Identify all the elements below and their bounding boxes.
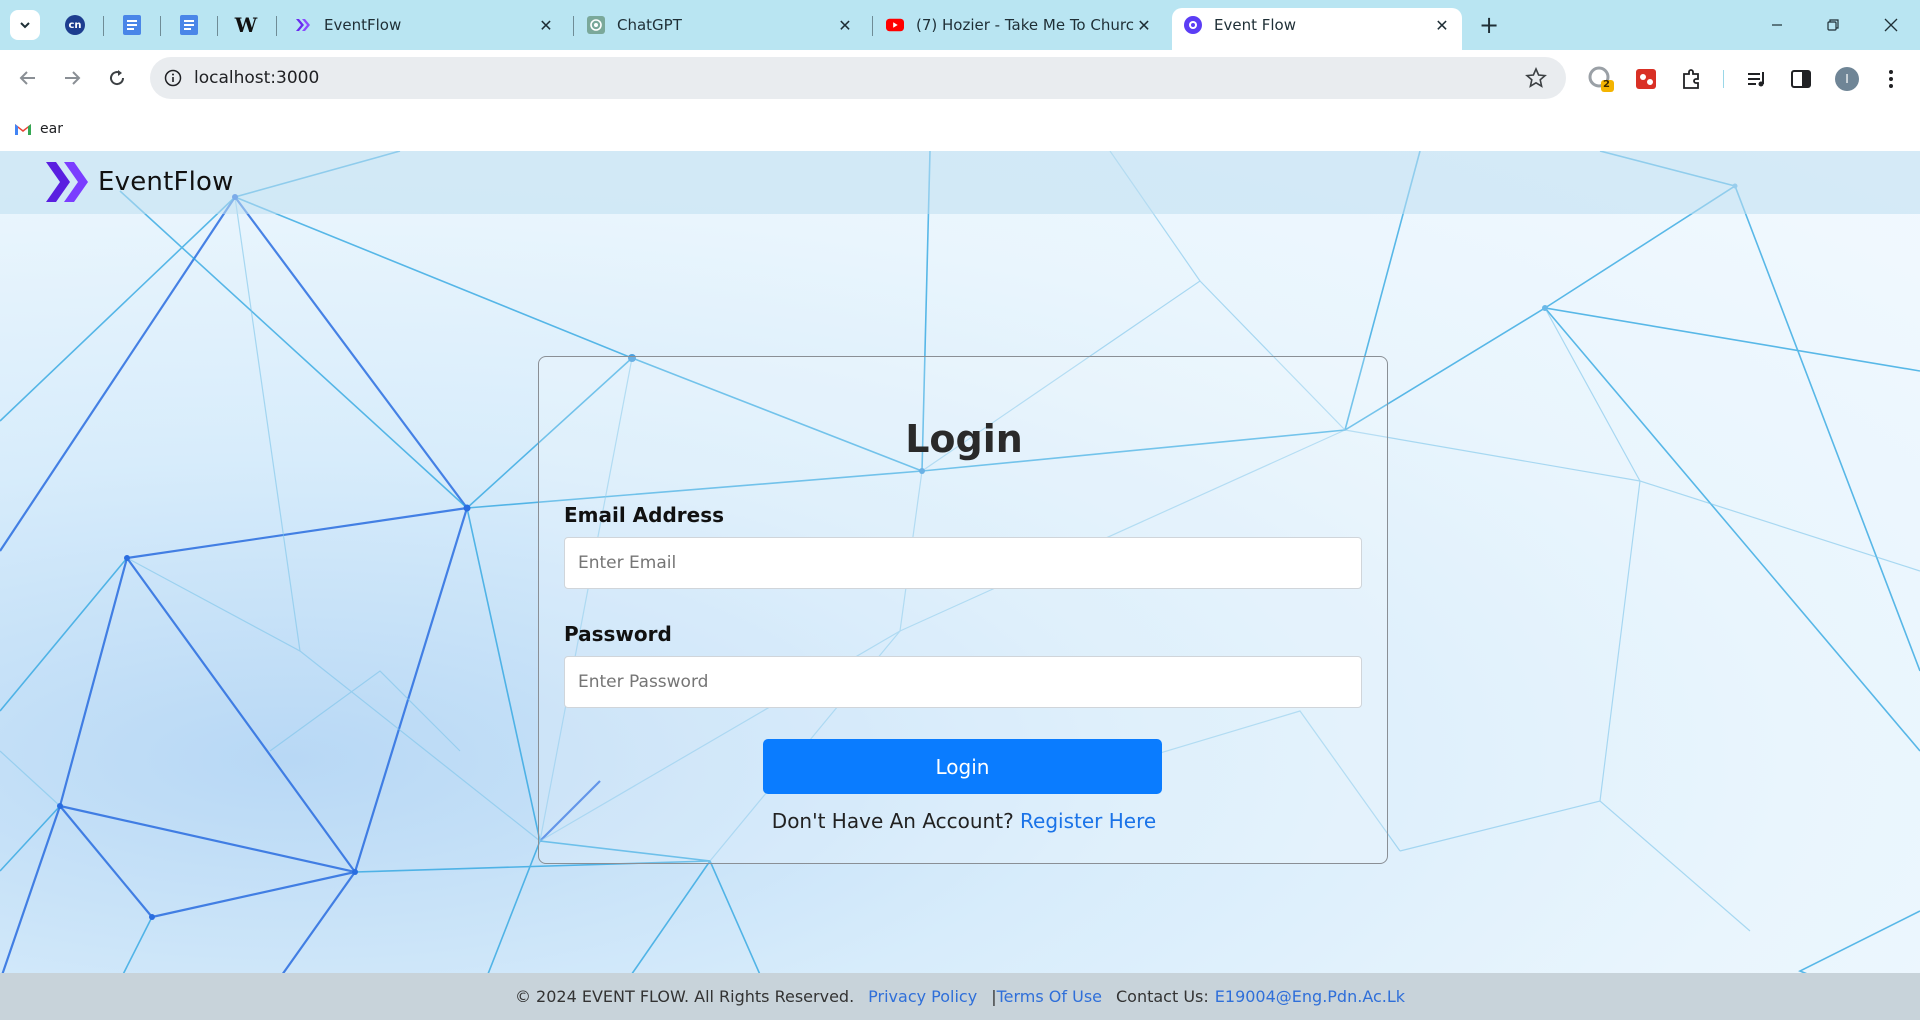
back-button[interactable]	[10, 60, 46, 96]
extension-red-icon	[1636, 69, 1656, 89]
contact-label: Contact Us:	[1116, 987, 1209, 1006]
contact-email-link[interactable]: E19004@Eng.Pdn.Ac.Lk	[1215, 987, 1405, 1006]
wikipedia-icon: W	[234, 13, 258, 37]
tab-search-button[interactable]	[10, 10, 40, 40]
reload-icon	[110, 70, 125, 86]
bookmark-label: ear	[40, 121, 63, 137]
minimize-button[interactable]	[1754, 8, 1800, 42]
address-bar[interactable]: localhost:3000	[150, 57, 1566, 99]
minimize-icon	[1772, 24, 1782, 26]
tab-chatgpt[interactable]: ChatGPT ✕	[575, 8, 865, 42]
extension-button-red[interactable]	[1629, 62, 1663, 96]
close-icon[interactable]: ✕	[1134, 15, 1154, 35]
youtube-icon	[886, 16, 904, 34]
bookmark-star-icon[interactable]	[1522, 64, 1550, 92]
tab-youtube[interactable]: (7) Hozier - Take Me To Church ✕	[874, 8, 1164, 42]
close-icon[interactable]: ✕	[536, 15, 556, 35]
avatar: I	[1835, 67, 1859, 91]
profile-button[interactable]: I	[1830, 62, 1864, 96]
event-flow-icon	[1184, 16, 1202, 34]
browser-menu-button[interactable]	[1874, 62, 1908, 96]
tab-separator	[217, 16, 218, 36]
email-field[interactable]	[564, 537, 1362, 589]
close-window-button[interactable]	[1868, 8, 1914, 42]
login-title: Login	[905, 417, 1023, 461]
bookmark-gmail[interactable]: ear	[14, 116, 63, 142]
gmail-icon	[15, 124, 31, 135]
tab-separator	[276, 16, 277, 36]
register-prompt: Don't Have An Account? Register Here	[539, 809, 1389, 833]
password-label: Password	[564, 622, 672, 646]
eventflow-icon	[294, 16, 312, 34]
register-link[interactable]: Register Here	[1020, 809, 1156, 833]
tab-title: (7) Hozier - Take Me To Church	[916, 16, 1134, 34]
extensions-button[interactable]	[1674, 62, 1708, 96]
more-vert-icon	[1889, 70, 1893, 88]
tab-title: ChatGPT	[617, 16, 682, 34]
tab-separator	[872, 16, 873, 36]
brand[interactable]: EventFlow	[44, 157, 234, 207]
side-panel-button[interactable]	[1784, 62, 1818, 96]
extension-icon	[1588, 66, 1614, 92]
tab-eventflow[interactable]: EventFlow ✕	[282, 8, 566, 42]
puzzle-icon	[1683, 69, 1699, 89]
browser-toolbar: localhost:3000 2 I	[0, 50, 1920, 108]
site-navbar: EventFlow	[0, 151, 1920, 214]
tab-separator	[160, 16, 161, 36]
pinned-tab-docs-2[interactable]	[172, 10, 206, 40]
site-info-icon[interactable]	[162, 67, 184, 89]
tab-strip: cn W EventFlow ✕ ChatGPT ✕ (7) Hozier - …	[0, 0, 1920, 50]
eventflow-logo-icon	[46, 162, 88, 202]
extension-badge-button[interactable]: 2	[1584, 62, 1618, 96]
arrow-right-icon	[65, 71, 81, 85]
new-tab-button[interactable]: +	[1474, 10, 1504, 40]
login-button[interactable]: Login	[763, 739, 1162, 794]
footer-copyright: © 2024 EVENT FLOW. All Rights Reserved.	[514, 987, 855, 1006]
privacy-policy-link[interactable]: Privacy Policy	[868, 987, 977, 1006]
password-field[interactable]	[564, 656, 1362, 708]
terms-of-use-link[interactable]: Terms Of Use	[997, 987, 1102, 1006]
chevron-down-icon	[20, 22, 30, 29]
reload-button[interactable]	[99, 60, 135, 96]
restore-icon	[1827, 19, 1839, 31]
tab-separator	[573, 16, 574, 36]
url-text[interactable]: localhost:3000	[194, 68, 1522, 88]
forward-button[interactable]	[54, 60, 90, 96]
restore-button[interactable]	[1810, 8, 1856, 42]
tab-title: Event Flow	[1214, 16, 1296, 34]
media-controls-button[interactable]	[1740, 62, 1774, 96]
toolbar-separator	[1723, 70, 1724, 88]
close-icon[interactable]: ✕	[835, 15, 855, 35]
bookmarks-bar: ear	[0, 108, 1920, 151]
cn-icon: cn	[65, 15, 85, 35]
side-panel-icon	[1791, 70, 1811, 88]
tab-separator	[103, 16, 104, 36]
close-icon[interactable]: ✕	[1432, 15, 1452, 35]
page-viewport: EventFlow Login Email Address Password L…	[0, 151, 1920, 1020]
brand-name: EventFlow	[98, 167, 234, 197]
pinned-tab-wikipedia[interactable]: W	[229, 10, 263, 40]
playlist-icon	[1748, 72, 1764, 87]
login-card: Login Email Address Password Login Don't…	[538, 356, 1388, 864]
docs-icon	[180, 15, 198, 35]
pinned-tab-cn[interactable]: cn	[58, 10, 92, 40]
tab-event-flow[interactable]: Event Flow ✕	[1172, 8, 1462, 50]
pinned-tab-docs[interactable]	[115, 10, 149, 40]
chatgpt-icon	[587, 16, 605, 34]
docs-icon	[123, 15, 141, 35]
close-icon	[1884, 18, 1898, 32]
arrow-left-icon	[19, 71, 35, 85]
tab-title: EventFlow	[324, 16, 402, 34]
site-footer: © 2024 EVENT FLOW. All Rights Reserved. …	[0, 973, 1920, 1020]
no-account-text: Don't Have An Account?	[771, 809, 1014, 833]
extension-badge-count: 2	[1603, 79, 1610, 90]
email-label: Email Address	[564, 503, 725, 527]
